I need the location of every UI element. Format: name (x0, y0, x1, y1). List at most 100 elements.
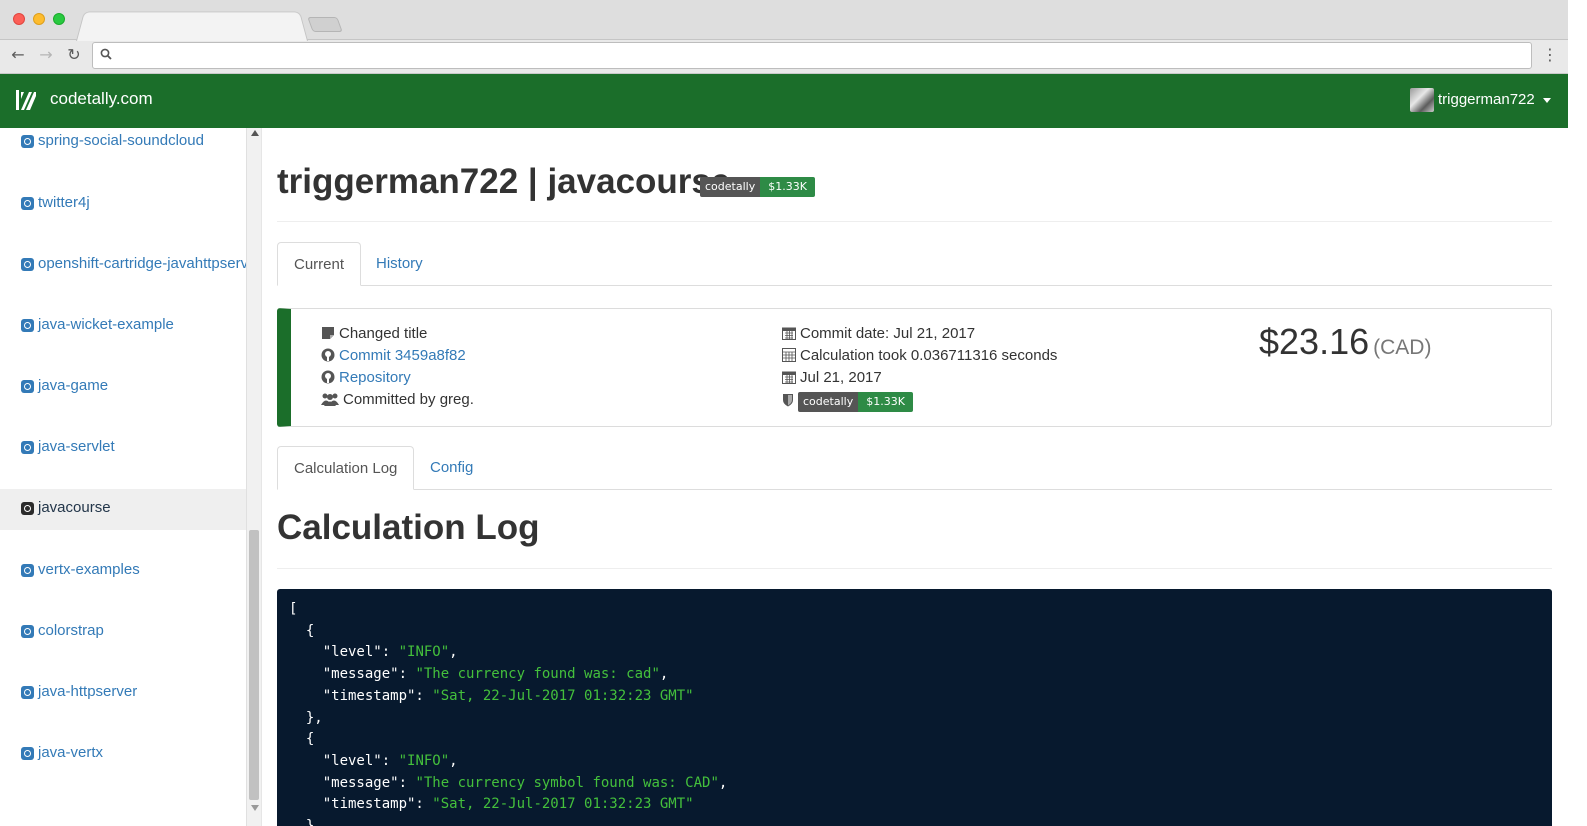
repo-icon (21, 625, 34, 638)
sidebar-item-label: javacourse (38, 499, 111, 516)
divider (277, 221, 1552, 222)
commit-link[interactable]: Commit 3459a8f82 (339, 347, 466, 364)
log-bracket-open: [ (289, 601, 298, 617)
codetally-badge: codetally $1.33K (700, 177, 815, 197)
sidebar-item-label: twitter4j (38, 194, 90, 211)
avatar[interactable] (1410, 88, 1434, 112)
browser-chrome: ← → ↻ ⋮ (0, 0, 1568, 74)
commit-panel: Changed title Commit 3459a8f82 Repositor… (277, 308, 1552, 427)
repository-link[interactable]: Repository (339, 369, 411, 386)
user-menu[interactable]: triggerman722 (1438, 91, 1535, 108)
log-level: INFO (407, 644, 441, 661)
github-icon (321, 348, 335, 362)
codetally-logo-icon[interactable] (16, 90, 36, 110)
committer-row: Committed by greg. (321, 391, 474, 411)
sidebar: spring-social-soundcloud twitter4j opens… (0, 128, 262, 826)
tabs: Current History (277, 242, 1552, 286)
repo-icon (21, 686, 34, 699)
log-message: The currency symbol found was: CAD (423, 774, 711, 791)
repo-link-row: Repository (321, 369, 411, 389)
reload-icon[interactable]: ↻ (64, 45, 84, 65)
new-tab-button[interactable] (307, 17, 343, 32)
arrow-left-icon[interactable]: ← (8, 45, 28, 65)
commit-date-row: Commit date: Jul 21, 2017 (782, 325, 975, 345)
address-bar[interactable] (92, 42, 1532, 69)
sidebar-item-label: spring-social-soundcloud (38, 132, 204, 149)
scrollbar-thumb[interactable] (249, 530, 259, 800)
sticky-note-icon (322, 327, 334, 339)
calendar-icon (782, 327, 796, 340)
scroll-down-arrow-icon[interactable] (251, 805, 259, 811)
sidebar-item-spring-social-soundcloud[interactable]: spring-social-soundcloud (0, 128, 246, 162)
github-icon (321, 370, 335, 384)
calculation-log-code: [ { "level": "INFO", "message": "The cur… (277, 589, 1552, 826)
repo-icon (21, 564, 34, 577)
search-icon (100, 48, 112, 60)
maximize-window-button[interactable] (53, 13, 65, 25)
sidebar-item-label: openshift-cartridge-javahttpserver (38, 255, 262, 272)
caret-down-icon[interactable] (1543, 98, 1551, 103)
sidebar-item-java-game[interactable]: java-game (0, 367, 246, 407)
sidebar-item-label: java-wicket-example (38, 316, 174, 333)
repo-icon (21, 135, 34, 148)
commit-date-text: Commit date: Jul 21, 2017 (800, 325, 976, 342)
repo-icon (21, 380, 34, 393)
close-window-button[interactable] (13, 13, 25, 25)
brand-name[interactable]: codetally.com (50, 89, 153, 109)
badge-label: codetally (798, 392, 859, 412)
browser-tab[interactable] (76, 11, 308, 42)
tab-strip (0, 0, 1568, 42)
vertical-dots-icon[interactable]: ⋮ (1542, 44, 1558, 66)
sidebar-item-label: java-game (38, 377, 109, 394)
sidebar-item-java-vertx[interactable]: java-vertx (0, 734, 246, 774)
sidebar-item-java-servlet[interactable]: java-servlet (0, 428, 246, 468)
sidebar-item-javacourse[interactable]: javacourse (0, 489, 246, 530)
repo-icon (21, 502, 34, 515)
sidebar-item-label: java-vertx (38, 744, 104, 761)
date-text: Jul 21, 2017 (800, 369, 882, 386)
sidebar-scrollbar[interactable] (246, 128, 261, 826)
main-content: triggerman722 | javacourse codetally $1.… (262, 128, 1568, 826)
tab-config[interactable]: Config (414, 446, 489, 490)
price-display: $23.16 (CAD) (1259, 321, 1431, 363)
tab-current[interactable]: Current (277, 242, 362, 286)
sidebar-item-vertx-examples[interactable]: vertx-examples (0, 551, 246, 591)
commit-link-row: Commit 3459a8f82 (321, 347, 466, 367)
minimize-window-button[interactable] (33, 13, 45, 25)
repo-icon (21, 441, 34, 454)
sidebar-item-label: java-httpserver (38, 683, 138, 700)
scroll-up-arrow-icon[interactable] (251, 130, 259, 136)
sidebar-item-colorstrap[interactable]: colorstrap (0, 612, 246, 652)
sidebar-item-twitter4j[interactable]: twitter4j (0, 184, 246, 224)
log-entry-open: { (305, 622, 315, 639)
sidebar-item-label: java-servlet (38, 438, 115, 455)
subtabs: Calculation Log Config (277, 446, 1552, 490)
calculator-icon (782, 348, 796, 362)
sidebar-item-openshift-cartridge[interactable]: openshift-cartridge-javahttpserver (0, 245, 261, 285)
repo-icon (21, 197, 34, 210)
sidebar-item-java-wicket-example[interactable]: java-wicket-example (0, 306, 246, 346)
tab-calculation-log[interactable]: Calculation Log (277, 446, 415, 490)
committed-by-text: Committed by greg. (343, 391, 474, 408)
log-level: INFO (407, 752, 441, 769)
sidebar-item-label: vertx-examples (38, 561, 140, 578)
calc-time-text: Calculation took 0.036711316 seconds (800, 347, 1058, 364)
badge-value: $1.33K (760, 177, 815, 197)
divider (277, 568, 1552, 569)
calc-time-row: Calculation took 0.036711316 seconds (782, 347, 1057, 367)
badge-label: codetally (700, 177, 761, 197)
calendar-icon (782, 371, 796, 384)
shield-icon (783, 394, 793, 407)
log-timestamp: Sat, 22-Jul-2017 01:32:23 GMT (440, 796, 686, 813)
price-currency: (CAD) (1373, 336, 1432, 359)
commit-message: Changed title (321, 325, 427, 345)
tab-history[interactable]: History (360, 242, 439, 286)
section-title: Calculation Log (277, 508, 540, 547)
sidebar-item-java-httpserver[interactable]: java-httpserver (0, 673, 246, 713)
page-title: triggerman722 | javacourse (277, 162, 731, 201)
badge-value: $1.33K (858, 392, 913, 412)
codetally-badge: codetally $1.33K (798, 392, 913, 412)
repo-icon (21, 258, 34, 271)
arrow-right-icon[interactable]: → (36, 45, 56, 65)
users-icon (321, 393, 339, 406)
